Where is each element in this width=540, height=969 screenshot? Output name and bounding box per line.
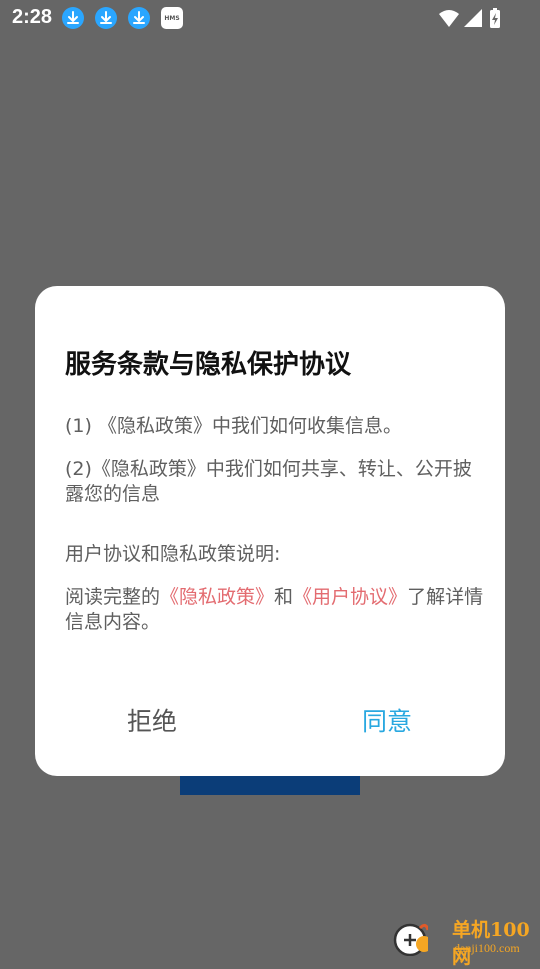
watermark-url: danji100.com bbox=[454, 941, 520, 955]
policy-item-1: (1) 《隐私政策》中我们如何收集信息。 bbox=[65, 415, 402, 437]
download-icon bbox=[95, 7, 117, 29]
read-notice: 阅读完整的《隐私政策》和《用户协议》了解详情信息内容。 bbox=[65, 585, 485, 635]
download-icon bbox=[128, 7, 150, 29]
privacy-policy-link[interactable]: 《隐私政策》 bbox=[160, 586, 274, 608]
watermark: 单机100网 danji100.com bbox=[392, 915, 540, 968]
watermark-logo-icon bbox=[393, 923, 428, 956]
wifi-icon bbox=[439, 10, 459, 27]
section-label: 用户协议和隐私政策说明: bbox=[65, 543, 281, 565]
dialog-title: 服务条款与隐私保护协议 bbox=[65, 350, 352, 380]
agree-button[interactable]: 同意 bbox=[287, 702, 487, 742]
status-time: 2:28 bbox=[12, 6, 53, 28]
battery-charging-icon bbox=[490, 8, 500, 28]
download-icon bbox=[62, 7, 84, 29]
hms-icon: HMS bbox=[161, 7, 183, 29]
user-agreement-link[interactable]: 《用户协议》 bbox=[293, 586, 407, 608]
status-bar: 2:28 HMS bbox=[0, 0, 540, 36]
policy-item-2: (2)《隐私政策》中我们如何共享、转让、公开披露您的信息 bbox=[65, 458, 472, 505]
system-icons bbox=[439, 8, 500, 28]
privacy-dialog: 服务条款与隐私保护协议 (1) 《隐私政策》中我们如何收集信息。 (2)《隐私政… bbox=[35, 286, 505, 776]
read-prefix: 阅读完整的 bbox=[65, 586, 161, 608]
signal-icon bbox=[464, 9, 482, 27]
reject-button[interactable]: 拒绝 bbox=[52, 702, 252, 742]
and-text: 和 bbox=[274, 586, 294, 608]
